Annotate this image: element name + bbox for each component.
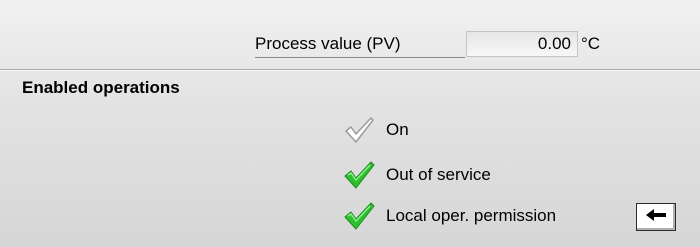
operation-label: On [386, 120, 409, 139]
process-value-label: Process value (PV) [255, 30, 465, 58]
operation-local-oper-permission: Local oper. permission [342, 201, 556, 231]
operation-out-of-service: Out of service [342, 160, 491, 190]
section-divider [0, 69, 700, 71]
process-value-row: Process value (PV) 0.00 °C [255, 30, 600, 58]
operation-label: Out of service [386, 165, 491, 184]
check-green-icon [342, 201, 376, 231]
operation-on: On [342, 115, 409, 145]
section-title-enabled-operations: Enabled operations [22, 78, 180, 97]
arrow-left-icon [645, 208, 667, 227]
process-value-unit: °C [581, 34, 601, 53]
operation-label: Local oper. permission [386, 206, 557, 225]
process-value-field: 0.00 [466, 31, 578, 57]
check-green-icon [342, 160, 376, 190]
check-outline-icon [342, 115, 376, 145]
local-permission-nav-button[interactable] [636, 203, 676, 231]
